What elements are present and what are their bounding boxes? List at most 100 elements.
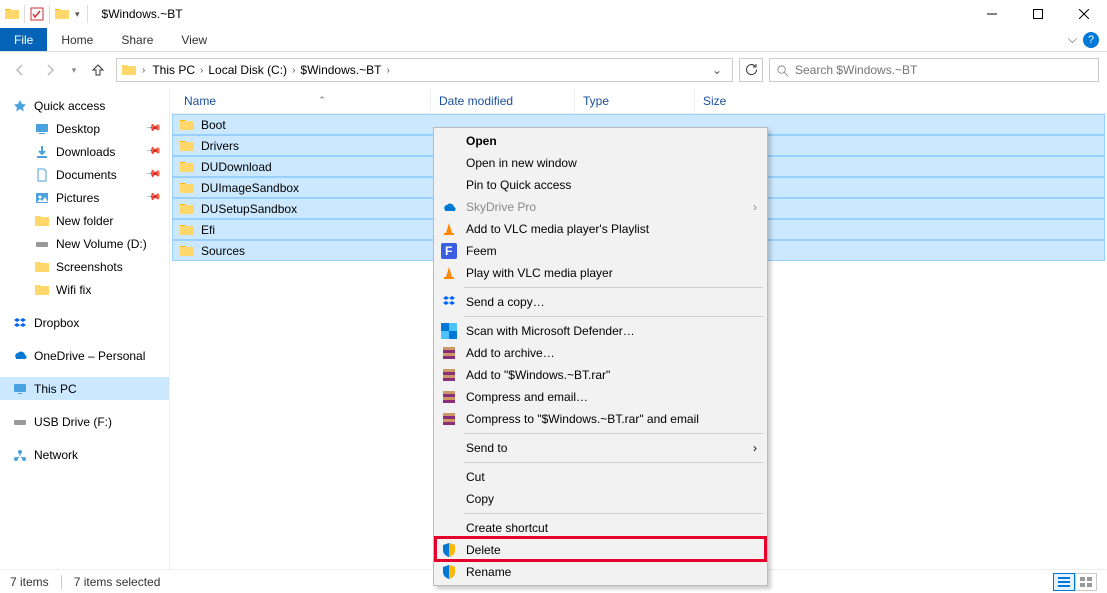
sidebar-item[interactable]: New folder: [0, 209, 169, 232]
context-menu-item[interactable]: Open in new window: [436, 152, 765, 174]
tab-share[interactable]: Share: [107, 28, 167, 51]
context-menu-item[interactable]: FFeem: [436, 240, 765, 262]
icons-view-button[interactable]: [1075, 573, 1097, 591]
context-menu-label: Play with VLC media player: [466, 266, 613, 280]
context-menu-item[interactable]: Add to VLC media player's Playlist: [436, 218, 765, 240]
minimize-button[interactable]: [969, 0, 1015, 28]
address-dropdown-icon[interactable]: ⌄: [706, 63, 728, 77]
folder-icon: [179, 159, 195, 175]
breadcrumb[interactable]: $Windows.~BT: [298, 63, 383, 77]
pin-icon: 📌: [144, 166, 161, 183]
rar-icon: [441, 345, 457, 361]
context-menu-item[interactable]: Compress and email…: [436, 386, 765, 408]
sidebar-network[interactable]: Network: [0, 443, 169, 466]
sidebar-this-pc[interactable]: This PC: [0, 377, 169, 400]
column-date[interactable]: Date modified: [430, 88, 574, 113]
context-menu-item[interactable]: Open: [436, 130, 765, 152]
chevron-right-icon: ›: [753, 200, 757, 214]
sidebar-dropbox[interactable]: Dropbox: [0, 311, 169, 334]
context-menu-item[interactable]: Add to archive…: [436, 342, 765, 364]
tab-home[interactable]: Home: [47, 28, 107, 51]
ribbon-expand-icon[interactable]: ⌵: [1068, 32, 1077, 47]
sidebar-item[interactable]: Desktop📌: [0, 117, 169, 140]
back-button[interactable]: [8, 58, 32, 82]
tab-view[interactable]: View: [167, 28, 221, 51]
context-menu-item[interactable]: Create shortcut: [436, 517, 765, 539]
context-menu-item[interactable]: Send a copy…: [436, 291, 765, 313]
drive-icon: [12, 414, 28, 430]
sidebar-item[interactable]: Pictures📌: [0, 186, 169, 209]
address-bar[interactable]: › This PC›Local Disk (C:)›$Windows.~BT› …: [116, 58, 733, 82]
context-menu-item[interactable]: Compress to "$Windows.~BT.rar" and email: [436, 408, 765, 430]
folder-icon: [34, 259, 50, 275]
onedrive-icon: [12, 348, 28, 364]
help-icon[interactable]: ?: [1083, 32, 1099, 48]
up-button[interactable]: [86, 58, 110, 82]
sidebar-item-label: New Volume (D:): [56, 237, 147, 251]
qat-dropdown-icon[interactable]: ▾: [72, 9, 83, 20]
chevron-right-icon[interactable]: ›: [289, 65, 298, 76]
sidebar-item[interactable]: Downloads📌: [0, 140, 169, 163]
sidebar-item-label: Documents: [56, 168, 117, 182]
file-name: Boot: [201, 118, 226, 132]
column-type[interactable]: Type: [574, 88, 694, 113]
chevron-right-icon[interactable]: ›: [383, 65, 392, 76]
quick-access-header[interactable]: Quick access: [0, 94, 169, 117]
context-menu-label: Open: [466, 134, 497, 148]
rar-icon: [441, 367, 457, 383]
status-item-count: 7 items: [10, 575, 49, 589]
search-input[interactable]: [795, 63, 1092, 77]
pin-icon: 📌: [144, 189, 161, 206]
cloud-icon: [441, 199, 457, 215]
sidebar-item[interactable]: New Volume (D:): [0, 232, 169, 255]
breadcrumb[interactable]: This PC: [150, 63, 197, 77]
context-menu-item[interactable]: SkyDrive Pro ›: [436, 196, 765, 218]
recent-dropdown-icon[interactable]: ▾: [68, 58, 80, 82]
context-menu-item[interactable]: Add to "$Windows.~BT.rar": [436, 364, 765, 386]
navigation-bar: ▾ › This PC›Local Disk (C:)›$Windows.~BT…: [0, 52, 1107, 88]
quick-access-toolbar: ▾: [0, 5, 94, 23]
file-name: DUDownload: [201, 160, 272, 174]
sort-indicator-icon: ⌃: [318, 95, 326, 106]
maximize-button[interactable]: [1015, 0, 1061, 28]
details-view-button[interactable]: [1053, 573, 1075, 591]
context-menu-item[interactable]: Copy: [436, 488, 765, 510]
shield-icon: [441, 542, 457, 558]
sidebar-item[interactable]: Wifi fix: [0, 278, 169, 301]
chevron-right-icon[interactable]: ›: [139, 65, 148, 76]
sidebar-item[interactable]: Documents 📌: [0, 163, 169, 186]
rar-icon: [441, 389, 457, 405]
close-button[interactable]: [1061, 0, 1107, 28]
search-box[interactable]: [769, 58, 1099, 82]
context-menu-item[interactable]: Send to›: [436, 437, 765, 459]
sidebar-onedrive[interactable]: OneDrive – Personal: [0, 344, 169, 367]
sidebar-item[interactable]: Screenshots: [0, 255, 169, 278]
status-selected-count: 7 items selected: [74, 575, 161, 589]
desktop-icon: [34, 121, 50, 137]
column-name[interactable]: Name⌃: [176, 94, 430, 108]
forward-button[interactable]: [38, 58, 62, 82]
properties-icon[interactable]: [29, 6, 45, 22]
context-menu-item[interactable]: Scan with Microsoft Defender…: [436, 320, 765, 342]
chevron-right-icon[interactable]: ›: [197, 65, 206, 76]
vlc-icon: [441, 265, 457, 281]
context-menu-item[interactable]: Play with VLC media player: [436, 262, 765, 284]
sidebar-item-label: USB Drive (F:): [34, 415, 112, 429]
refresh-button[interactable]: [739, 58, 763, 82]
sidebar-usb[interactable]: USB Drive (F:): [0, 410, 169, 433]
column-size[interactable]: Size: [694, 88, 774, 113]
context-menu-item[interactable]: Delete: [436, 539, 765, 561]
context-menu-item[interactable]: Cut: [436, 466, 765, 488]
window-controls: [969, 0, 1107, 28]
context-menu-item[interactable]: Rename: [436, 561, 765, 583]
folder-icon: [4, 6, 20, 22]
context-menu-item[interactable]: Pin to Quick access: [436, 174, 765, 196]
title-bar: ▾ $Windows.~BT: [0, 0, 1107, 28]
breadcrumb[interactable]: Local Disk (C:): [206, 63, 289, 77]
context-menu-label: Open in new window: [466, 156, 577, 170]
context-menu-label: SkyDrive Pro: [466, 200, 536, 214]
window-title: $Windows.~BT: [102, 7, 183, 21]
feem-icon: F: [441, 243, 457, 259]
file-tab[interactable]: File: [0, 28, 47, 51]
navigation-pane: Quick access Desktop📌Downloads📌Documents…: [0, 88, 170, 569]
